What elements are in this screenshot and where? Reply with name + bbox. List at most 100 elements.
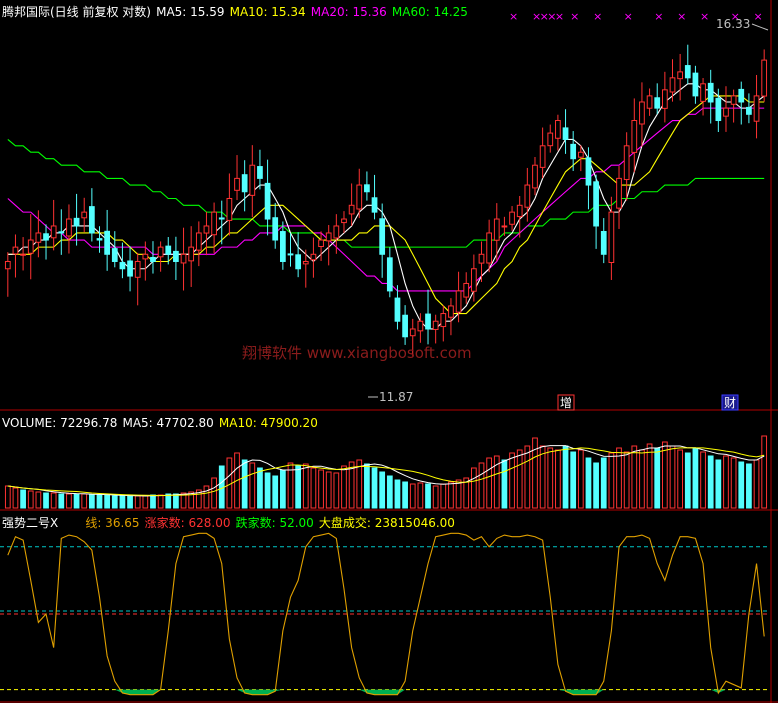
- candle-body: [707, 82, 714, 103]
- badge-zeng-text: 增: [560, 396, 572, 410]
- volume-bar: [150, 494, 156, 509]
- candle-body: [692, 72, 699, 97]
- candle-body: [96, 238, 103, 241]
- volume-bar: [226, 457, 233, 509]
- volume-bar: [562, 445, 569, 509]
- candle-body: [402, 314, 408, 338]
- volume-bar: [661, 441, 668, 509]
- candle-body: [753, 95, 760, 122]
- candle-body: [264, 182, 271, 220]
- candle-body: [27, 239, 34, 254]
- volume-bar: [425, 483, 431, 509]
- volume-bar: [264, 472, 271, 509]
- candle-body: [715, 97, 722, 122]
- volume-bar: [272, 475, 279, 509]
- candle-body: [310, 253, 317, 261]
- volume-bar: [318, 469, 324, 509]
- volume-bar: [700, 451, 706, 509]
- volume-bar: [333, 472, 340, 509]
- volume-bar: [402, 481, 408, 509]
- candle-body: [539, 145, 546, 168]
- volume-bar: [746, 463, 752, 509]
- volume-bar: [35, 491, 42, 509]
- volume-bar: [295, 465, 302, 509]
- volume-bar: [58, 493, 65, 509]
- candle-body: [111, 248, 118, 262]
- candle-body: [325, 232, 332, 242]
- indicator-name: 强势二号X: [2, 516, 59, 530]
- badge-cai-text: 财: [724, 396, 736, 410]
- candle-body: [646, 95, 653, 109]
- volume-bar: [730, 457, 737, 509]
- watermark: 翔博软件 www.xiangbosoft.com: [242, 344, 472, 362]
- candle-body: [241, 174, 248, 193]
- volume-bar: [20, 489, 26, 509]
- volume-bar: [379, 471, 386, 509]
- candle-body: [463, 282, 470, 298]
- badge-cai[interactable]: 财: [721, 394, 739, 411]
- candle-body: [203, 225, 210, 234]
- candle-body: [417, 320, 424, 332]
- volume-bar: [585, 457, 592, 509]
- candle-body: [165, 245, 172, 255]
- candle-body: [730, 95, 737, 105]
- candle-body: [631, 120, 638, 153]
- signal-marker: ×: [654, 10, 663, 23]
- candle-body: [43, 233, 49, 241]
- candle-body: [226, 197, 233, 221]
- candle-body: [562, 127, 569, 140]
- candle-body: [684, 65, 691, 79]
- candle-body: [142, 253, 149, 260]
- volume-bar: [639, 449, 645, 509]
- candle-body: [287, 253, 294, 256]
- volume-bar: [142, 495, 149, 509]
- ma10-value: MA10: 15.34: [229, 5, 306, 19]
- candle-body: [593, 181, 599, 227]
- badge-zeng[interactable]: 增: [557, 394, 575, 411]
- volume-bar: [119, 495, 126, 509]
- volume-bar: [104, 494, 111, 509]
- candle-body: [746, 106, 752, 115]
- volume-bar: [547, 447, 554, 509]
- signal-marker: ×: [555, 10, 564, 23]
- volume-bar: [524, 445, 531, 509]
- candle-body: [318, 239, 324, 248]
- volume-header: VOLUME: 72296.78 MA5: 47702.80 MA10: 479…: [2, 412, 318, 431]
- volume-bar: [249, 462, 256, 509]
- candle-body: [654, 97, 661, 109]
- candle-body: [81, 211, 88, 219]
- low-annotation: 11.87: [368, 390, 413, 404]
- volume-bar: [310, 467, 317, 509]
- candle-body: [677, 71, 684, 80]
- ma10-line: [7, 95, 765, 315]
- candle-body: [272, 217, 279, 241]
- volume-bar: [203, 485, 210, 509]
- candle-body: [600, 230, 607, 255]
- volume-bar: [654, 447, 661, 509]
- candle-body: [486, 232, 493, 264]
- volume-bar: [631, 445, 638, 509]
- candle-body: [555, 120, 561, 139]
- candle-body: [425, 313, 431, 330]
- signal-marker: ×: [700, 10, 709, 23]
- volume-bar: [12, 487, 19, 509]
- candle-body: [432, 320, 439, 330]
- stock-chart[interactable]: × ×××× × × × × × × × × 翔博软件 www.xiangbosoft.com 1…: [0, 0, 778, 703]
- volume-bar: [302, 463, 309, 509]
- candle-body: [570, 143, 577, 160]
- candle-body: [356, 184, 363, 210]
- volume-bar: [753, 459, 760, 509]
- candle-body: [364, 184, 370, 193]
- volume-bar: [417, 482, 424, 509]
- candle-body: [73, 217, 80, 227]
- candle-body: [12, 246, 19, 255]
- volume-bar: [440, 483, 447, 509]
- signal-marker: ×: [593, 10, 602, 23]
- volume-bar: [173, 493, 179, 509]
- volume-bar: [570, 451, 577, 509]
- volume-bar: [241, 459, 248, 509]
- candle-body: [532, 164, 538, 189]
- volume-bar: [96, 494, 103, 509]
- volume-bar: [66, 493, 72, 509]
- price-header: 腾邦国际(日线 前复权 对数) MA5: 15.59 MA10: 15.34 M…: [2, 1, 468, 20]
